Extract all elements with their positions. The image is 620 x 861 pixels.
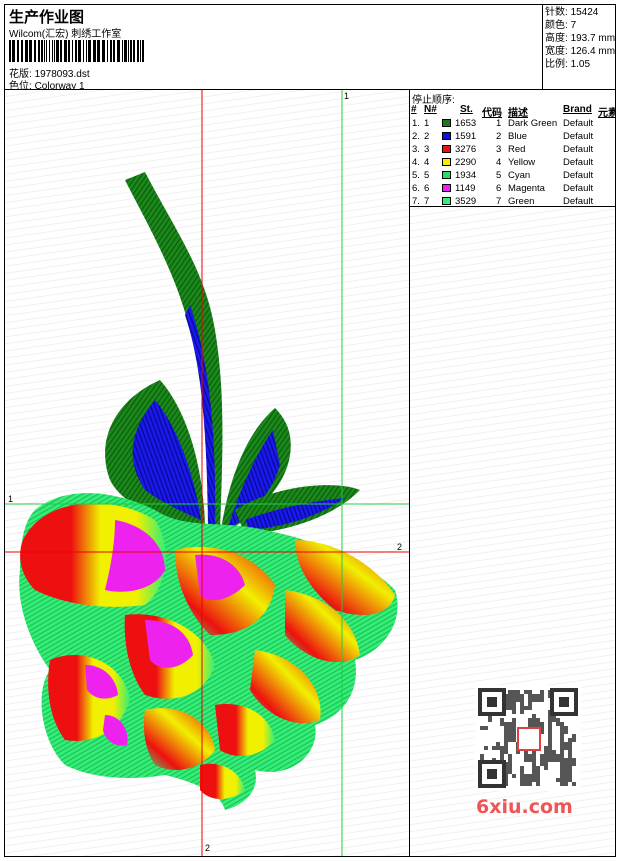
row-stitches: 3276 bbox=[455, 144, 477, 155]
table-row[interactable]: 6. 6 1149 6 Magenta Default bbox=[410, 182, 615, 195]
color-swatch bbox=[442, 119, 451, 127]
row-brand: Default bbox=[563, 183, 594, 194]
table-row[interactable]: 3. 3 3276 3 Red Default bbox=[410, 143, 615, 156]
barcode bbox=[9, 40, 144, 62]
row-brand: Default bbox=[563, 196, 594, 207]
row-description: Yellow bbox=[508, 157, 536, 168]
row-index: 1. bbox=[412, 118, 420, 129]
row-brand: Default bbox=[563, 170, 594, 181]
row-description: Red bbox=[508, 144, 526, 155]
row-number: 2 bbox=[424, 131, 430, 142]
row-brand: Default bbox=[563, 118, 594, 129]
production-sheet: 生产作业图 Wilcom(汇宏) 刺绣工作室 花版: 1978093.dst 色… bbox=[4, 4, 616, 857]
row-number: 5 bbox=[424, 170, 430, 181]
row-code: 6 bbox=[496, 183, 502, 194]
row-brand: Default bbox=[563, 144, 594, 155]
watermark-text: 6xiu.com bbox=[476, 796, 573, 818]
row-stitches: 1149 bbox=[455, 183, 476, 194]
row-description: Cyan bbox=[508, 170, 531, 181]
row-stitches: 1934 bbox=[455, 170, 477, 181]
row-stitches: 1591 bbox=[455, 131, 477, 142]
row-stitches: 2290 bbox=[455, 157, 477, 168]
stat-colors: 颜色: 7 bbox=[545, 20, 577, 31]
page-title: 生产作业图 bbox=[9, 9, 85, 26]
col-index: # bbox=[411, 104, 417, 115]
guide-label-h2: 2 bbox=[397, 542, 403, 552]
company-name: Wilcom(汇宏) 刺绣工作室 bbox=[9, 29, 122, 40]
row-index: 6. bbox=[412, 183, 420, 194]
table-row[interactable]: 2. 2 1591 2 Blue Default bbox=[410, 130, 615, 143]
row-brand: Default bbox=[563, 131, 594, 142]
row-number: 1 bbox=[424, 118, 430, 129]
stat-scale: 比例: 1.05 bbox=[545, 59, 591, 70]
color-swatch bbox=[442, 184, 451, 192]
row-stitches: 1653 bbox=[455, 118, 477, 129]
row-code: 7 bbox=[496, 196, 502, 207]
design-canvas[interactable]: 1 1 2 2 bbox=[5, 90, 410, 856]
row-code: 4 bbox=[496, 157, 502, 168]
row-index: 7. bbox=[412, 196, 420, 207]
header: 生产作业图 Wilcom(汇宏) 刺绣工作室 花版: 1978093.dst 色… bbox=[5, 5, 541, 92]
row-description: Dark Green bbox=[508, 118, 558, 129]
row-brand: Default bbox=[563, 157, 594, 168]
color-swatch bbox=[442, 171, 451, 179]
row-number: 6 bbox=[424, 183, 430, 194]
row-number: 4 bbox=[424, 157, 430, 168]
row-description: Blue bbox=[508, 131, 528, 142]
row-stitches: 3529 bbox=[455, 196, 477, 207]
guide-label-h1: 1 bbox=[8, 494, 14, 504]
stats-panel: 针数: 15424 颜色: 7 高度: 193.7 mm 宽度: 126.4 m… bbox=[542, 5, 616, 89]
row-number: 7 bbox=[424, 196, 430, 207]
row-description: Magenta bbox=[508, 183, 545, 194]
color-swatch bbox=[442, 197, 451, 205]
embroidery-preview bbox=[5, 90, 409, 856]
table-row[interactable]: 7. 7 3529 7 Green Default bbox=[410, 195, 615, 208]
stat-width: 宽度: 126.4 mm bbox=[545, 46, 616, 57]
table-row[interactable]: 1. 1 1653 1 Dark Green Default bbox=[410, 117, 615, 130]
row-index: 4. bbox=[412, 157, 420, 168]
color-swatch bbox=[442, 145, 451, 153]
col-brand: Brand bbox=[563, 104, 592, 115]
row-code: 5 bbox=[496, 170, 502, 181]
col-stitches: St. bbox=[460, 104, 473, 115]
row-description: Green bbox=[508, 196, 535, 207]
guide-label-v1: 1 bbox=[344, 91, 350, 101]
row-code: 2 bbox=[496, 131, 502, 142]
table-row[interactable]: 5. 5 1934 5 Cyan Default bbox=[410, 169, 615, 182]
color-swatch bbox=[442, 132, 451, 140]
row-index: 2. bbox=[412, 131, 420, 142]
stop-sequence-table: 停止顺序: # N# St. 代码 描述 Brand 元素 1. 1 1653 1 Da… bbox=[410, 90, 615, 207]
row-number: 3 bbox=[424, 144, 430, 155]
table-row[interactable]: 4. 4 2290 4 Yellow Default bbox=[410, 156, 615, 169]
color-swatch bbox=[442, 158, 451, 166]
row-index: 3. bbox=[412, 144, 420, 155]
col-number: N# bbox=[424, 104, 437, 115]
qr-watermark: 6xiu.com bbox=[470, 680, 585, 835]
stat-height: 高度: 193.7 mm bbox=[545, 33, 616, 44]
stat-stitches: 针数: 15424 bbox=[545, 7, 599, 18]
row-code: 1 bbox=[496, 118, 502, 129]
row-code: 3 bbox=[496, 144, 502, 155]
guide-label-v2: 2 bbox=[205, 843, 211, 853]
row-index: 5. bbox=[412, 170, 420, 181]
